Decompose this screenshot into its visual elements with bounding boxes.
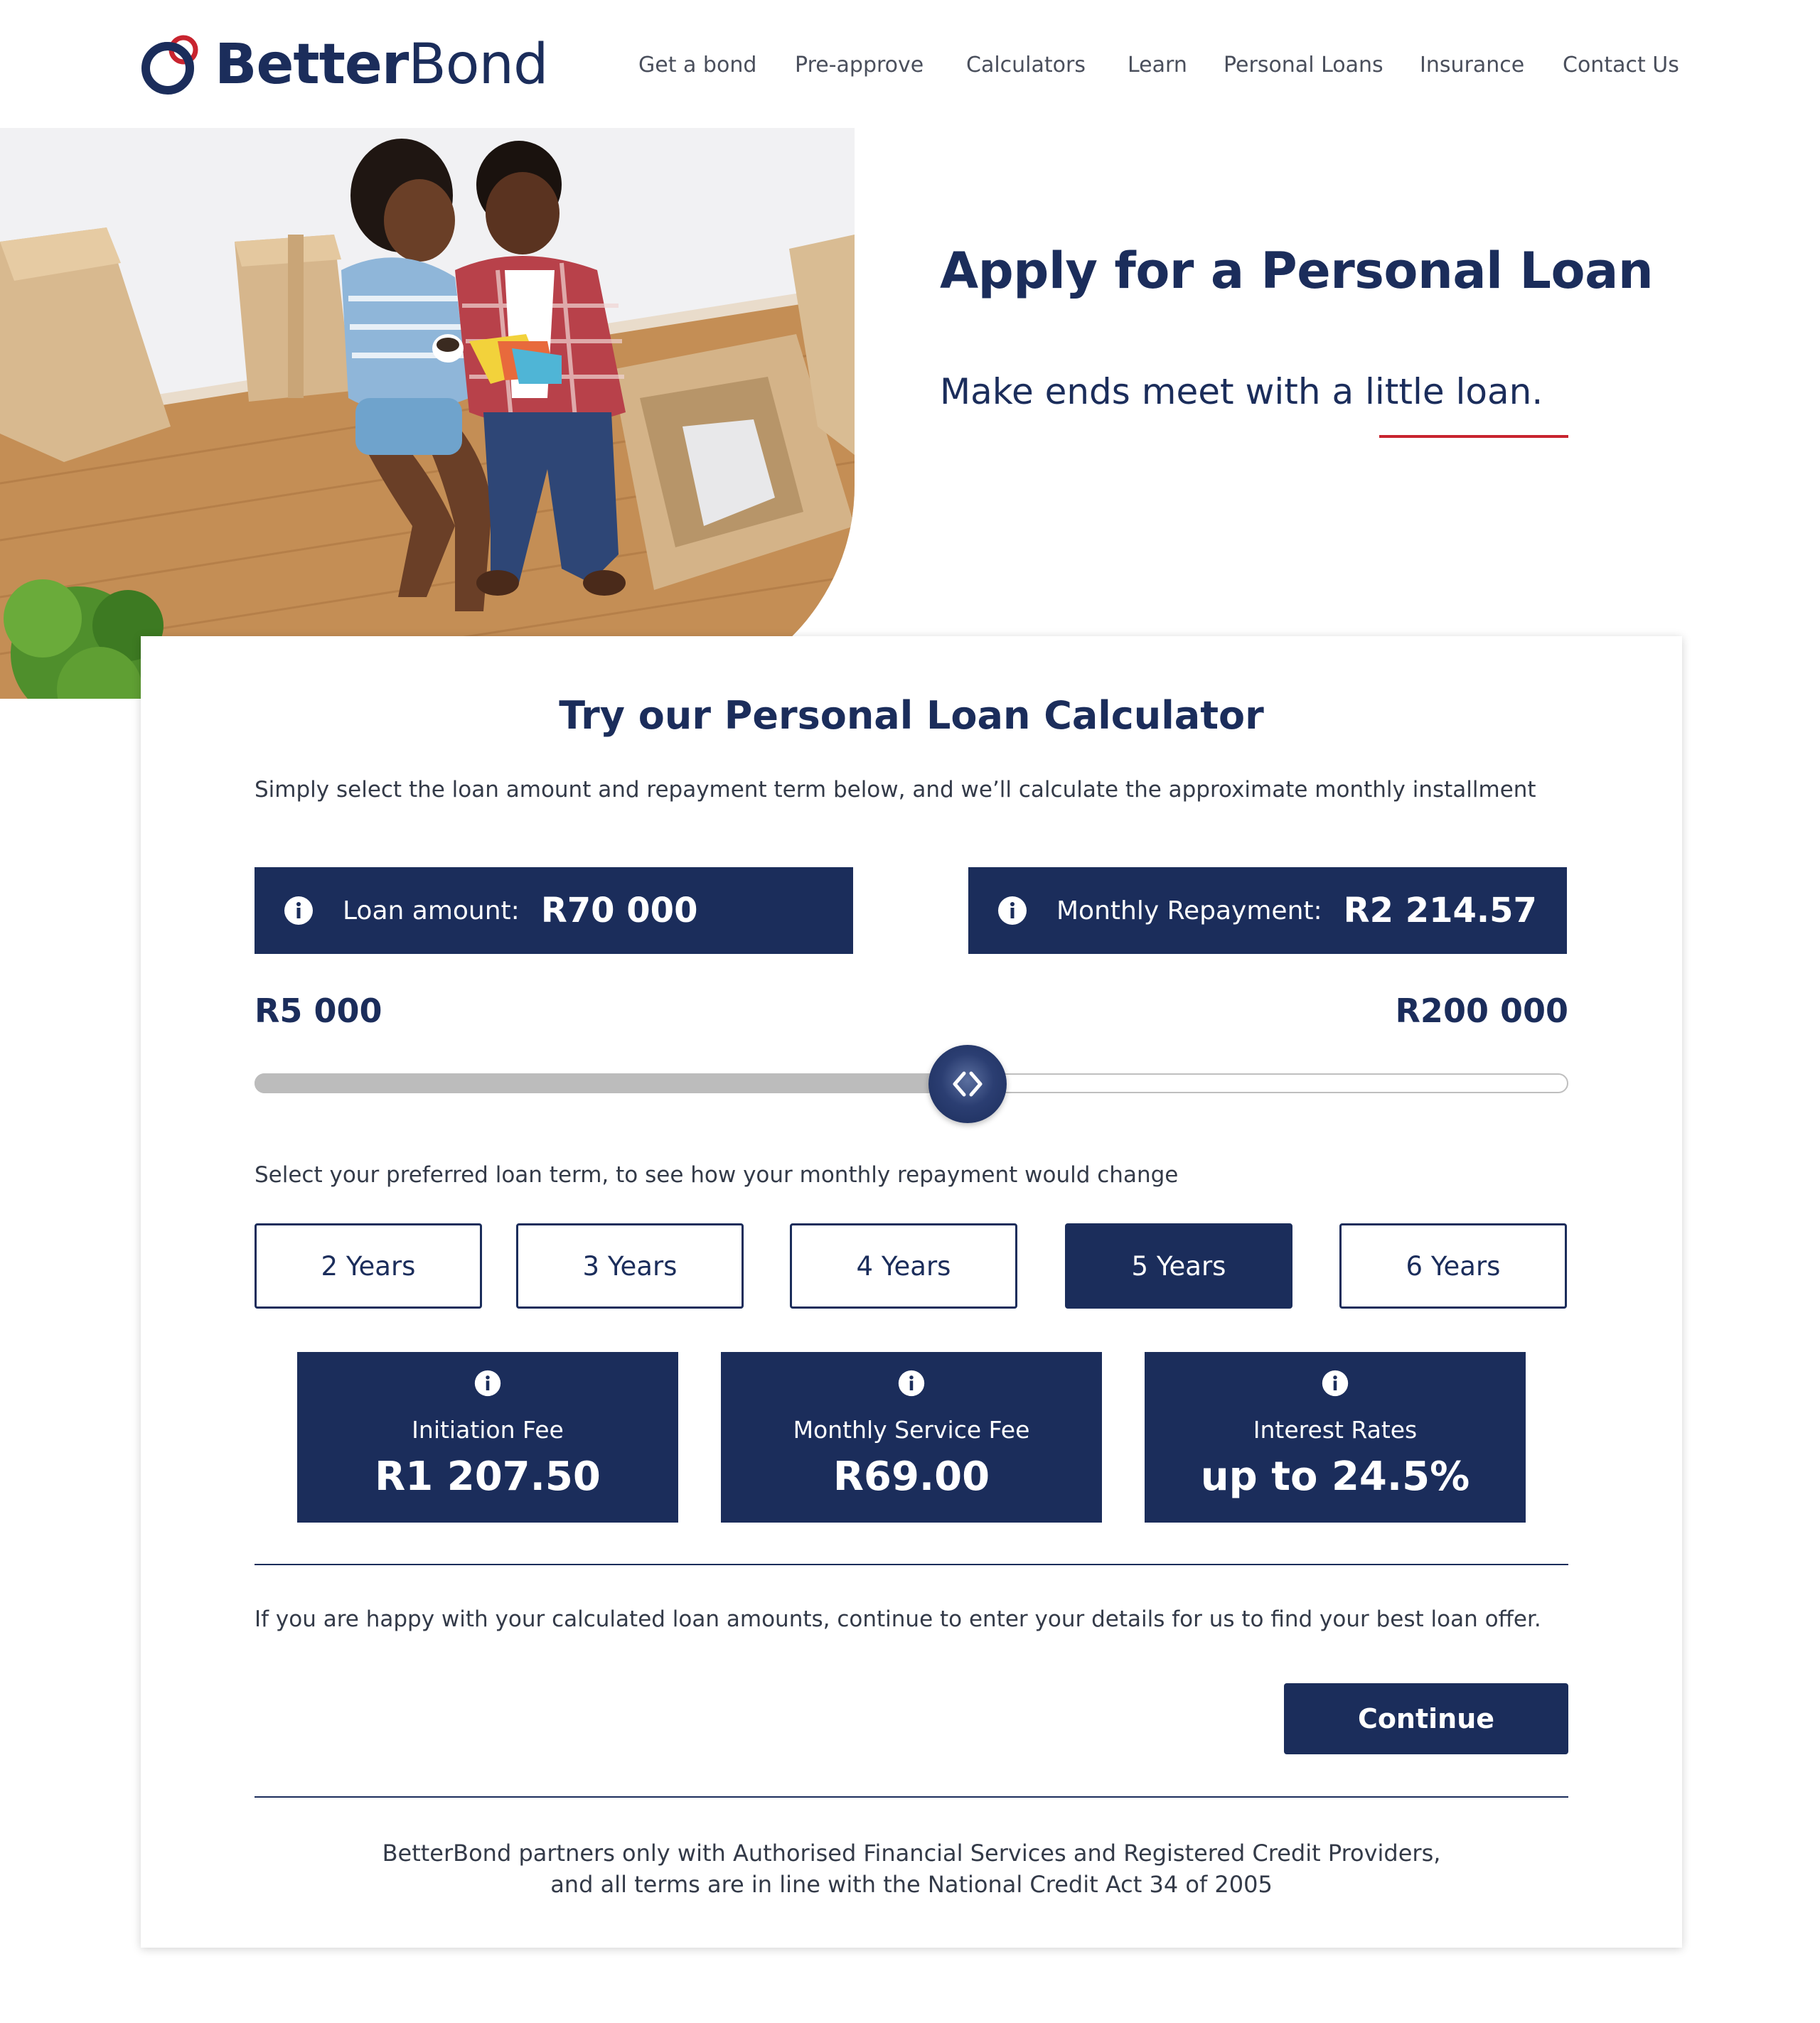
monthly-service-fee-info-icon[interactable] — [897, 1369, 926, 1397]
loan-amount-box: Loan amount: R70 000 — [255, 867, 853, 954]
term-button-6-years[interactable]: 6 Years — [1339, 1223, 1567, 1309]
term-intro: Select your preferred loan term, to see … — [255, 1162, 1179, 1188]
interest-rates-box: Interest Rates up to 24.5% — [1145, 1352, 1526, 1523]
nav-item-contact-us[interactable]: Contact Us — [1563, 50, 1679, 81]
initiation-fee-label: Initiation Fee — [412, 1416, 564, 1444]
term-button-4-years[interactable]: 4 Years — [790, 1223, 1017, 1309]
couple-with-moving-boxes-illustration — [0, 128, 855, 699]
hero-accent-underline — [1379, 435, 1568, 438]
loan-amount-info-icon[interactable] — [283, 895, 314, 926]
slider-max-label: R200 000 — [1395, 992, 1568, 1030]
monthly-repayment-value: R2 214.57 — [1343, 891, 1537, 930]
interest-rates-info-icon[interactable] — [1321, 1369, 1349, 1397]
disclaimer-line-2: and all terms are in line with the Natio… — [550, 1871, 1273, 1898]
monthly-service-fee-label: Monthly Service Fee — [793, 1416, 1030, 1444]
nav-item-insurance[interactable]: Insurance — [1420, 50, 1524, 81]
interest-rates-value: up to 24.5% — [1200, 1454, 1470, 1500]
loan-amount-slider[interactable] — [255, 1045, 1568, 1123]
continue-button[interactable]: Continue — [1284, 1683, 1568, 1754]
loan-calculator-card: Try our Personal Loan Calculator Simply … — [141, 636, 1682, 1948]
slider-handle[interactable] — [928, 1045, 1007, 1123]
initiation-fee-value: R1 207.50 — [375, 1454, 601, 1500]
nav-item-calculators[interactable]: Calculators — [966, 50, 1086, 81]
hero-title: Apply for a Personal Loan — [940, 242, 1654, 300]
monthly-repayment-label: Monthly Repayment: — [1056, 896, 1322, 925]
initiation-fee-info-icon[interactable] — [473, 1369, 502, 1397]
interest-rates-label: Interest Rates — [1253, 1416, 1418, 1444]
site-header: BetterBond Get a bond Pre-approve Calcul… — [0, 0, 1820, 128]
monthly-repayment-box: Monthly Repayment: R2 214.57 — [968, 867, 1567, 954]
nav-item-learn[interactable]: Learn — [1128, 50, 1187, 81]
disclaimer-line-1: BetterBond partners only with Authorised… — [382, 1840, 1441, 1867]
monthly-repayment-info-icon[interactable] — [997, 895, 1028, 926]
disclaimer: BetterBond partners only with Authorised… — [141, 1837, 1682, 1900]
hero-subtitle: Make ends meet with a little loan. — [940, 371, 1543, 412]
term-button-2-years[interactable]: 2 Years — [255, 1223, 482, 1309]
section-divider — [255, 1564, 1568, 1565]
slider-fill — [255, 1073, 968, 1093]
nav-item-personal-loans[interactable]: Personal Loans — [1224, 50, 1383, 81]
slider-arrows-icon — [953, 1071, 983, 1097]
slider-min-label: R5 000 — [255, 992, 382, 1030]
nav-item-pre-approve[interactable]: Pre-approve — [795, 50, 924, 81]
loan-amount-label: Loan amount: — [343, 896, 520, 925]
continue-prompt: If you are happy with your calculated lo… — [255, 1606, 1541, 1632]
term-button-5-years[interactable]: 5 Years — [1065, 1223, 1292, 1309]
calculator-title: Try our Personal Loan Calculator — [559, 693, 1264, 738]
hero-photo — [0, 128, 855, 699]
term-button-3-years[interactable]: 3 Years — [516, 1223, 744, 1309]
nav-item-get-a-bond[interactable]: Get a bond — [638, 50, 756, 81]
footer-divider — [255, 1796, 1568, 1798]
loan-amount-value: R70 000 — [540, 891, 698, 930]
monthly-service-fee-box: Monthly Service Fee R69.00 — [721, 1352, 1102, 1523]
main-nav: Get a bond Pre-approve Calculators Learn… — [0, 50, 1820, 81]
calculator-intro: Simply select the loan amount and repaym… — [255, 777, 1536, 803]
initiation-fee-box: Initiation Fee R1 207.50 — [297, 1352, 678, 1523]
monthly-service-fee-value: R69.00 — [833, 1454, 990, 1500]
